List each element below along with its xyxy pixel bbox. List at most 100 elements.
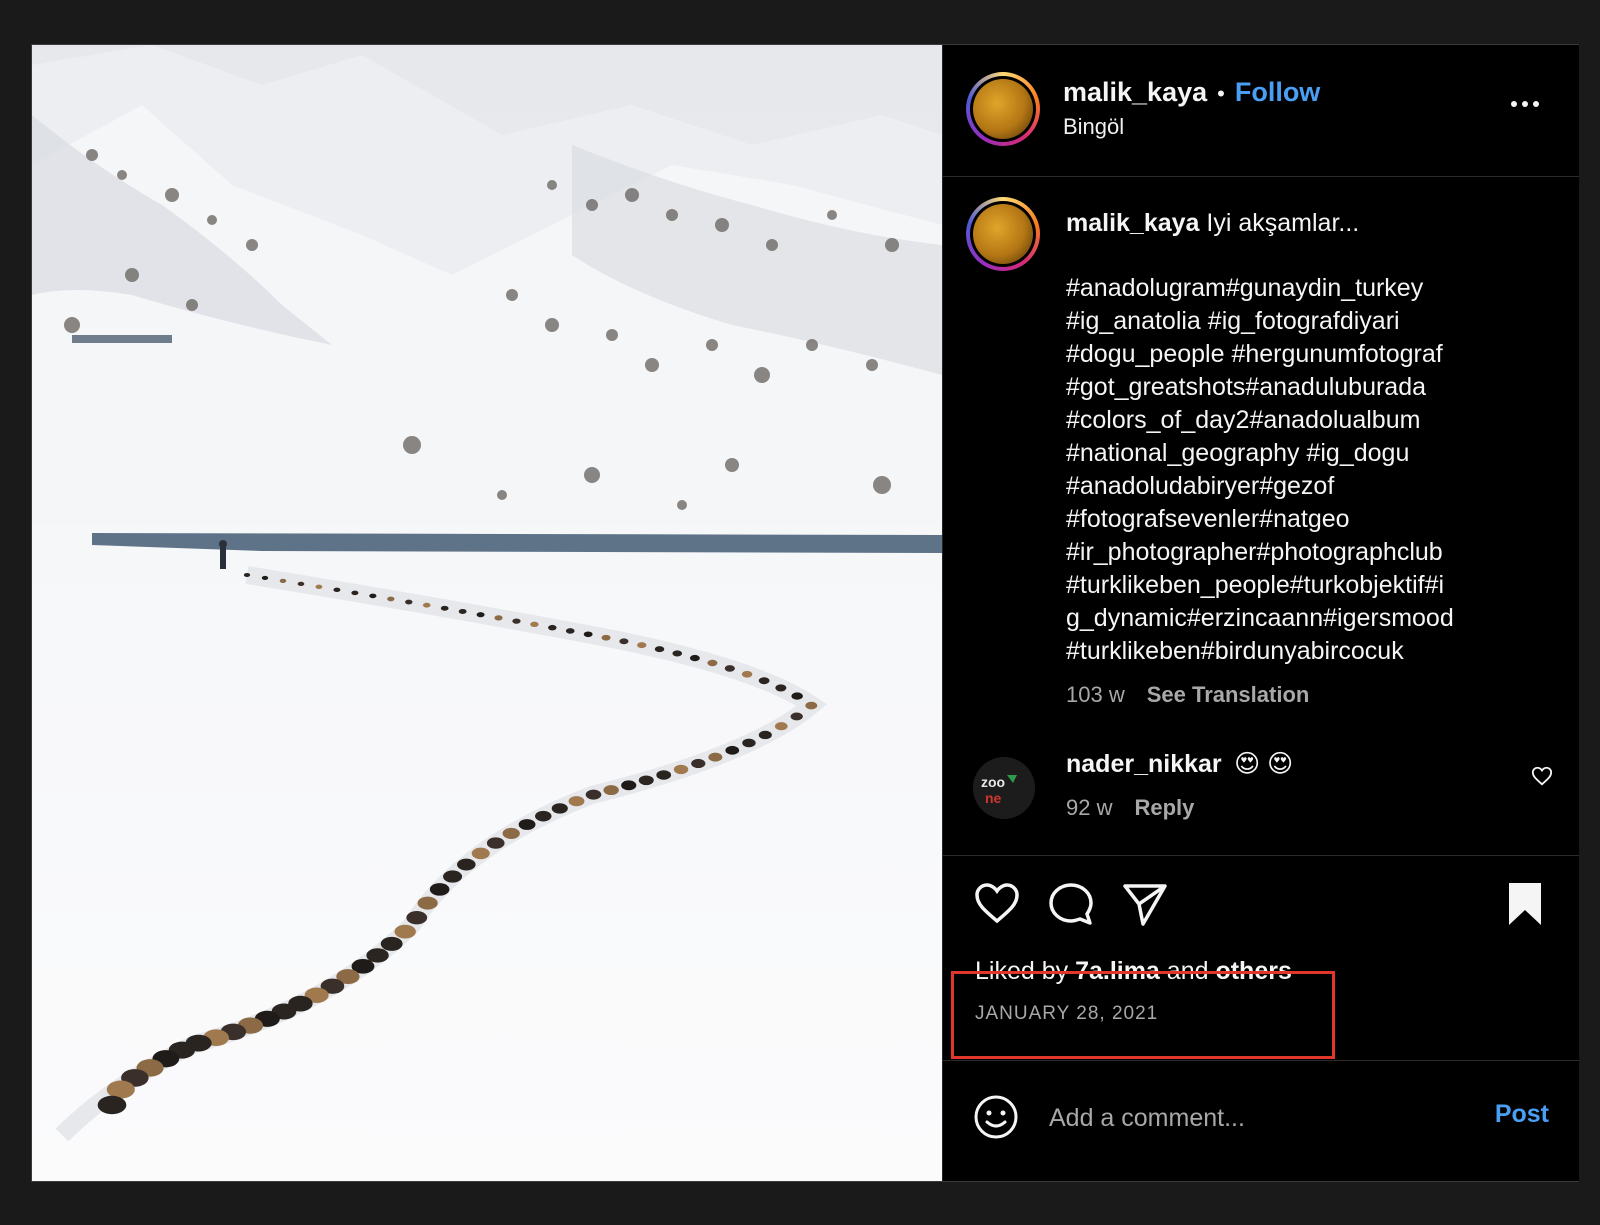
goat (380, 936, 403, 951)
follow-separator: • (1217, 81, 1225, 106)
post-header: malik_kaya • Follow Bingöl (943, 45, 1579, 177)
goat (429, 883, 450, 896)
goat (638, 775, 654, 786)
comment-age: 92 w (1066, 795, 1113, 820)
goat (742, 738, 756, 748)
comment-meta: 92 w Reply (1066, 795, 1293, 821)
post-comment-button[interactable]: Post (1495, 1100, 1549, 1129)
commenter-avatar[interactable]: zoo ne (973, 757, 1035, 819)
author-username[interactable]: malik_kaya (1063, 77, 1207, 107)
goat (369, 593, 377, 599)
snowy-goat-herd-photo (32, 45, 942, 1181)
goat (417, 896, 438, 910)
goat (457, 858, 476, 871)
goat (619, 638, 629, 645)
goat (790, 712, 803, 721)
caption-username[interactable]: malik_kaya (1066, 209, 1199, 237)
goat (805, 701, 818, 710)
post-side-panel: malik_kaya • Follow Bingöl malik_kaya Iyi … (942, 45, 1579, 1181)
goat (585, 789, 602, 800)
author-info: malik_kaya • Follow Bingöl (1063, 77, 1320, 140)
comment-item: zoo ne nader_nikkar 😍 😍 92 w Reply (943, 745, 1579, 855)
post-location[interactable]: Bingöl (1063, 114, 1320, 140)
comment-username[interactable]: nader_nikkar (1066, 750, 1222, 778)
goat (486, 837, 505, 849)
goat (741, 670, 753, 678)
goat (672, 650, 683, 657)
goat (708, 752, 723, 762)
goat (494, 615, 503, 621)
caption-text: Iyi akşamlar... (1206, 209, 1360, 237)
goat (656, 770, 672, 780)
comment-body: nader_nikkar 😍 😍 92 w Reply (1066, 749, 1293, 821)
goat (758, 730, 772, 740)
goat (387, 596, 395, 602)
goat (535, 810, 552, 822)
date-highlight-box (951, 971, 1335, 1059)
caption: malik_kaya Iyi akşamlar... #anadolugram#… (1066, 207, 1526, 711)
goat (471, 847, 490, 860)
goat (724, 665, 735, 672)
goat (315, 584, 323, 590)
goat (440, 605, 449, 611)
actions-divider (943, 855, 1579, 856)
goat (243, 572, 251, 578)
instagram-post: malik_kaya • Follow Bingöl malik_kaya Iyi … (31, 44, 1579, 1182)
goat (621, 780, 637, 791)
author-avatar[interactable] (966, 72, 1040, 146)
send-icon[interactable] (1121, 880, 1169, 928)
add-comment-bar: Post (943, 1060, 1579, 1180)
goat (601, 634, 611, 641)
heart-icon[interactable] (973, 880, 1021, 928)
more-options-icon[interactable] (1511, 101, 1539, 107)
goat (689, 654, 700, 662)
goat (351, 590, 359, 596)
goat (707, 659, 718, 667)
goat (502, 827, 520, 839)
follow-button[interactable]: Follow (1235, 77, 1320, 107)
comment-text: 😍 😍 (1234, 750, 1294, 778)
goat (279, 578, 287, 583)
goat (551, 803, 568, 814)
goat (406, 911, 428, 925)
bookmark-icon[interactable] (1501, 880, 1549, 928)
caption-avatar[interactable] (966, 197, 1040, 271)
emoji-icon[interactable] (973, 1094, 1019, 1140)
svg-text:ne: ne (985, 790, 1002, 806)
goat (333, 587, 341, 593)
goat (261, 575, 269, 580)
action-bar (943, 878, 1579, 948)
comment-like-heart-icon[interactable] (1531, 765, 1553, 787)
caption-hashtags[interactable]: #anadolugram#gunaydin_turkey #ig_anatoli… (1066, 272, 1526, 668)
goat (791, 692, 803, 700)
goat (297, 581, 305, 586)
goat (673, 764, 689, 775)
goat (476, 612, 485, 618)
goat (97, 1095, 127, 1115)
comment-icon[interactable] (1047, 880, 1095, 928)
goat (637, 642, 647, 649)
goat (422, 602, 431, 608)
goat (725, 745, 740, 755)
caption-age: 103 w (1066, 682, 1125, 707)
goat (565, 628, 575, 634)
goat (568, 796, 585, 807)
goat (530, 621, 539, 628)
reply-button[interactable]: Reply (1134, 795, 1194, 820)
post-photo[interactable] (32, 45, 942, 1181)
goat (405, 599, 413, 605)
goat (691, 758, 706, 769)
goat (774, 722, 788, 731)
goat (775, 684, 787, 692)
goat (518, 819, 536, 830)
goat (443, 870, 463, 883)
caption-meta: 103 w See Translation (1066, 678, 1526, 711)
goat (583, 631, 593, 638)
goat (758, 677, 770, 685)
comment-input[interactable] (1047, 1094, 1451, 1142)
goat (603, 785, 619, 796)
goat (394, 924, 416, 939)
goat (548, 624, 557, 631)
see-translation-button[interactable]: See Translation (1147, 682, 1310, 707)
goat (458, 608, 467, 614)
